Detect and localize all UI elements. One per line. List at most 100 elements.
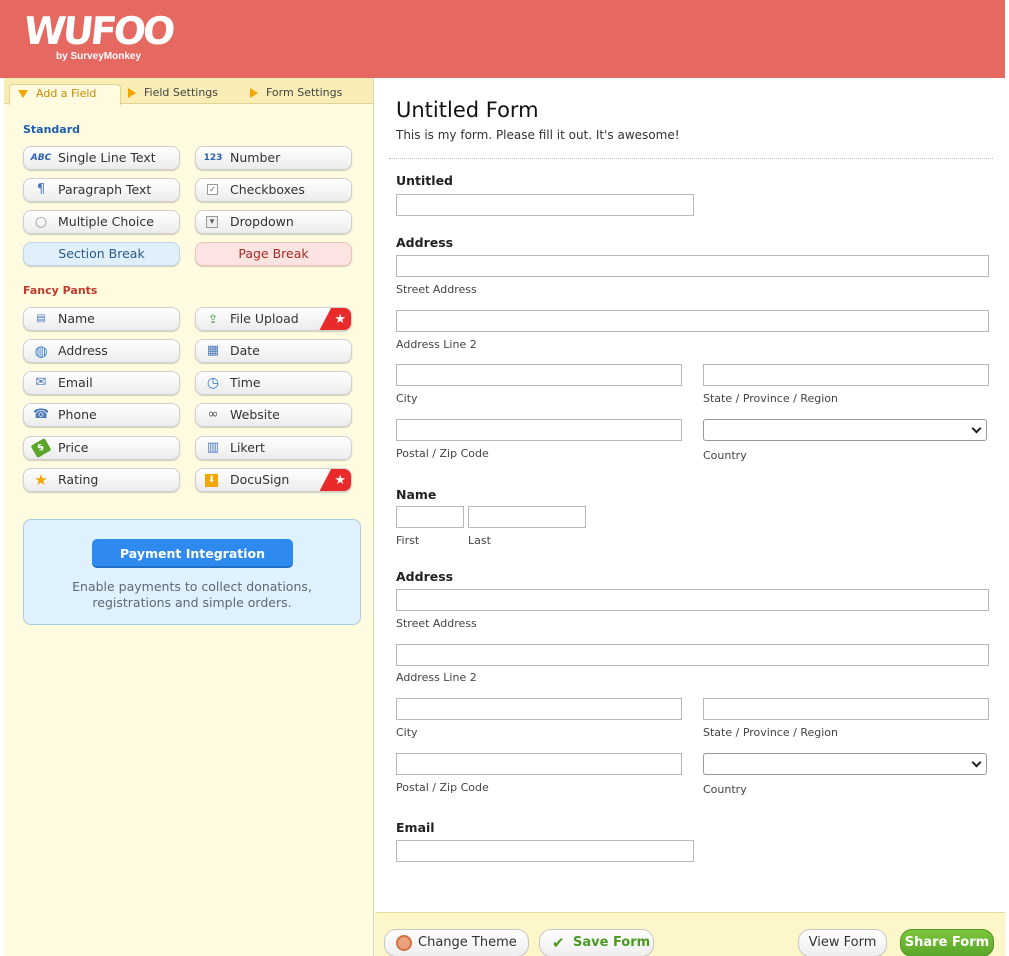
link-icon: ∞ [207, 407, 219, 422]
logo-subtitle: by SurveyMonkey [56, 51, 142, 62]
state-input[interactable] [703, 698, 989, 720]
field-sidebar: Add a Field Field Settings Form Settings… [4, 78, 374, 956]
untitled-input[interactable] [396, 194, 694, 216]
field-button-label: Rating [58, 472, 99, 487]
field-button-label: Time [230, 375, 261, 390]
add-rating-button[interactable]: ★ Rating [23, 468, 180, 492]
header-divider [389, 158, 993, 159]
email-input[interactable] [396, 840, 694, 862]
app-header: WUFOO by SurveyMonkey [0, 0, 1005, 78]
address-line2-input[interactable] [396, 310, 989, 332]
share-form-label: Share Form [904, 935, 990, 950]
field-button-label: Section Break [58, 246, 145, 261]
add-address-button[interactable]: ◍ Address [23, 339, 180, 363]
field-button-label: Number [230, 150, 281, 165]
wufoo-logo[interactable]: WUFOO by SurveyMonkey [21, 9, 175, 62]
sidebar-tabs: Add a Field Field Settings Form Settings [4, 78, 373, 105]
add-paragraph-text-button[interactable]: ¶ Paragraph Text [23, 178, 180, 202]
last-name-sublabel: Last [468, 534, 491, 547]
premium-star-icon: ★ [318, 469, 351, 491]
payment-integration-button[interactable]: Payment Integration [92, 539, 293, 568]
field-button-label: Multiple Choice [58, 214, 154, 229]
first-name-input[interactable] [396, 506, 464, 528]
fancy-pants-section-title: Fancy Pants [23, 284, 98, 297]
payment-description: Enable payments to collect donations, re… [72, 579, 312, 610]
untitled-field-label: Untitled [396, 173, 453, 188]
change-theme-button[interactable]: Change Theme [384, 929, 529, 956]
city-sublabel: City [396, 726, 418, 739]
add-website-button[interactable]: ∞ Website [195, 403, 352, 427]
last-name-input[interactable] [468, 506, 586, 528]
add-number-button[interactable]: 123 Number [195, 146, 352, 170]
add-dropdown-button[interactable]: ▾ Dropdown [195, 210, 352, 234]
tab-field-settings[interactable]: Field Settings [128, 84, 218, 104]
tab-form-settings-label: Form Settings [266, 86, 343, 99]
postal-code-sublabel: Postal / Zip Code [396, 447, 489, 460]
street-address-input[interactable] [396, 589, 989, 611]
add-single-line-text-button[interactable]: ABC Single Line Text [23, 146, 180, 170]
radio-icon: ○ [34, 214, 48, 230]
city-input[interactable] [396, 698, 682, 720]
add-time-button[interactable]: ◷ Time [195, 371, 352, 395]
tab-form-settings[interactable]: Form Settings [250, 84, 342, 104]
address-line2-sublabel: Address Line 2 [396, 671, 477, 684]
add-likert-button[interactable]: ▥ Likert [195, 436, 352, 460]
field-button-label: Page Break [238, 246, 309, 261]
star-icon: ★ [34, 471, 48, 489]
docusign-icon: ⬇ [205, 474, 218, 487]
city-input[interactable] [396, 364, 682, 386]
city-sublabel: City [396, 392, 418, 405]
paragraph-icon: ¶ [36, 182, 46, 197]
add-phone-button[interactable]: ☎ Phone [23, 403, 180, 427]
add-docusign-button[interactable]: ⬇ DocuSign ★ [195, 468, 352, 492]
add-name-button[interactable]: ▤ Name [23, 307, 180, 331]
number-icon: 123 [203, 153, 223, 163]
country-select[interactable] [703, 419, 987, 441]
street-address-sublabel: Street Address [396, 283, 477, 296]
add-price-button[interactable]: $ Price [23, 436, 180, 460]
add-section-break-button[interactable]: Section Break [23, 242, 180, 266]
field-button-label: Date [230, 343, 260, 358]
field-button-label: Name [58, 311, 95, 326]
logo-wordmark: WUFOO [21, 9, 175, 53]
form-builder-toolbar: Change Theme ✔ Save Form View Form Share… [375, 912, 1005, 956]
state-sublabel: State / Province / Region [703, 392, 838, 405]
address-line2-input[interactable] [396, 644, 989, 666]
field-button-label: Paragraph Text [58, 182, 152, 197]
name-field-label: Name [396, 487, 437, 502]
postal-code-sublabel: Postal / Zip Code [396, 781, 489, 794]
add-multiple-choice-button[interactable]: ○ Multiple Choice [23, 210, 180, 234]
triangle-down-icon [18, 90, 28, 98]
form-title[interactable]: Untitled Form [396, 98, 539, 122]
state-sublabel: State / Province / Region [703, 726, 838, 739]
street-address-input[interactable] [396, 255, 989, 277]
view-form-label: View Form [808, 935, 877, 950]
form-canvas: Untitled Form This is my form. Please fi… [375, 78, 1005, 912]
add-date-button[interactable]: ▦ Date [195, 339, 352, 363]
postal-code-input[interactable] [396, 419, 682, 441]
add-file-upload-button[interactable]: ⇪ File Upload ★ [195, 307, 352, 331]
postal-code-input[interactable] [396, 753, 682, 775]
calendar-icon: ▦ [206, 343, 220, 358]
add-email-button[interactable]: ✉ Email [23, 371, 180, 395]
payment-integration-panel: Payment Integration Enable payments to c… [23, 519, 361, 625]
state-input[interactable] [703, 364, 989, 386]
view-form-button[interactable]: View Form [798, 929, 887, 956]
field-button-label: File Upload [230, 311, 299, 326]
address-field-label: Address [396, 569, 454, 584]
form-description[interactable]: This is my form. Please fill it out. It'… [396, 128, 680, 142]
field-button-label: Website [230, 407, 280, 422]
add-page-break-button[interactable]: Page Break [195, 242, 352, 266]
triangle-right-icon [250, 88, 258, 98]
add-checkboxes-button[interactable]: ✓ Checkboxes [195, 178, 352, 202]
chevron-down-icon [971, 423, 982, 434]
phone-icon: ☎ [33, 407, 50, 422]
address-line2-sublabel: Address Line 2 [396, 338, 477, 351]
tab-add-field[interactable]: Add a Field [9, 84, 121, 105]
globe-icon: ◍ [34, 342, 48, 360]
email-field-label: Email [396, 820, 435, 835]
country-select[interactable] [703, 753, 987, 775]
save-form-button[interactable]: ✔ Save Form [539, 929, 654, 956]
standard-section-title: Standard [23, 123, 81, 136]
share-form-button[interactable]: Share Form [900, 929, 994, 956]
